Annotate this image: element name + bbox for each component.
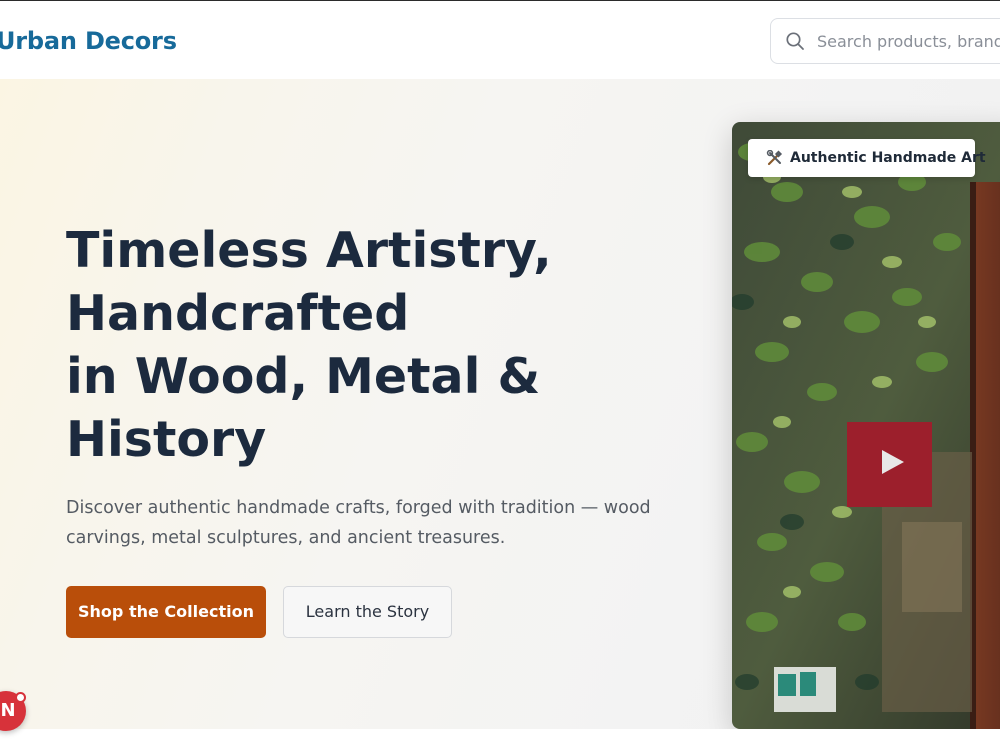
notification-dot: [15, 692, 26, 703]
handmade-badge: Authentic Handmade Art: [748, 139, 986, 177]
page-bottom: [0, 729, 1000, 750]
brand-logo[interactable]: Urban Decors: [0, 27, 177, 55]
shop-collection-button[interactable]: Shop the Collection: [66, 586, 266, 638]
hero-title-line: Timeless Artistry,: [66, 222, 552, 279]
hero-description-line: carvings, metal sculptures, and ancient …: [66, 528, 506, 548]
site-header: Urban Decors: [0, 1, 1000, 79]
hero-title-line: in Wood, Metal &: [66, 348, 541, 405]
hero-section: Timeless Artistry, Handcrafted in Wood, …: [0, 79, 1000, 729]
search-icon: [786, 32, 804, 50]
search-input[interactable]: [817, 19, 1000, 63]
hero-title: Timeless Artistry, Handcrafted in Wood, …: [66, 219, 686, 471]
hero-title-line: History: [66, 411, 267, 468]
tools-icon: [766, 150, 783, 166]
hero-description-line: Discover authentic handmade crafts, forg…: [66, 498, 651, 518]
hero-description: Discover authentic handmade crafts, forg…: [66, 493, 666, 553]
hero-image: [732, 122, 1000, 729]
badge-label: Authentic Handmade Art: [790, 150, 986, 166]
hero-title-line: Handcrafted: [66, 285, 410, 342]
learn-story-button[interactable]: Learn the Story: [283, 586, 452, 638]
search-box[interactable]: [770, 18, 1000, 64]
ivy-covered-wall-icon: [732, 122, 1000, 729]
